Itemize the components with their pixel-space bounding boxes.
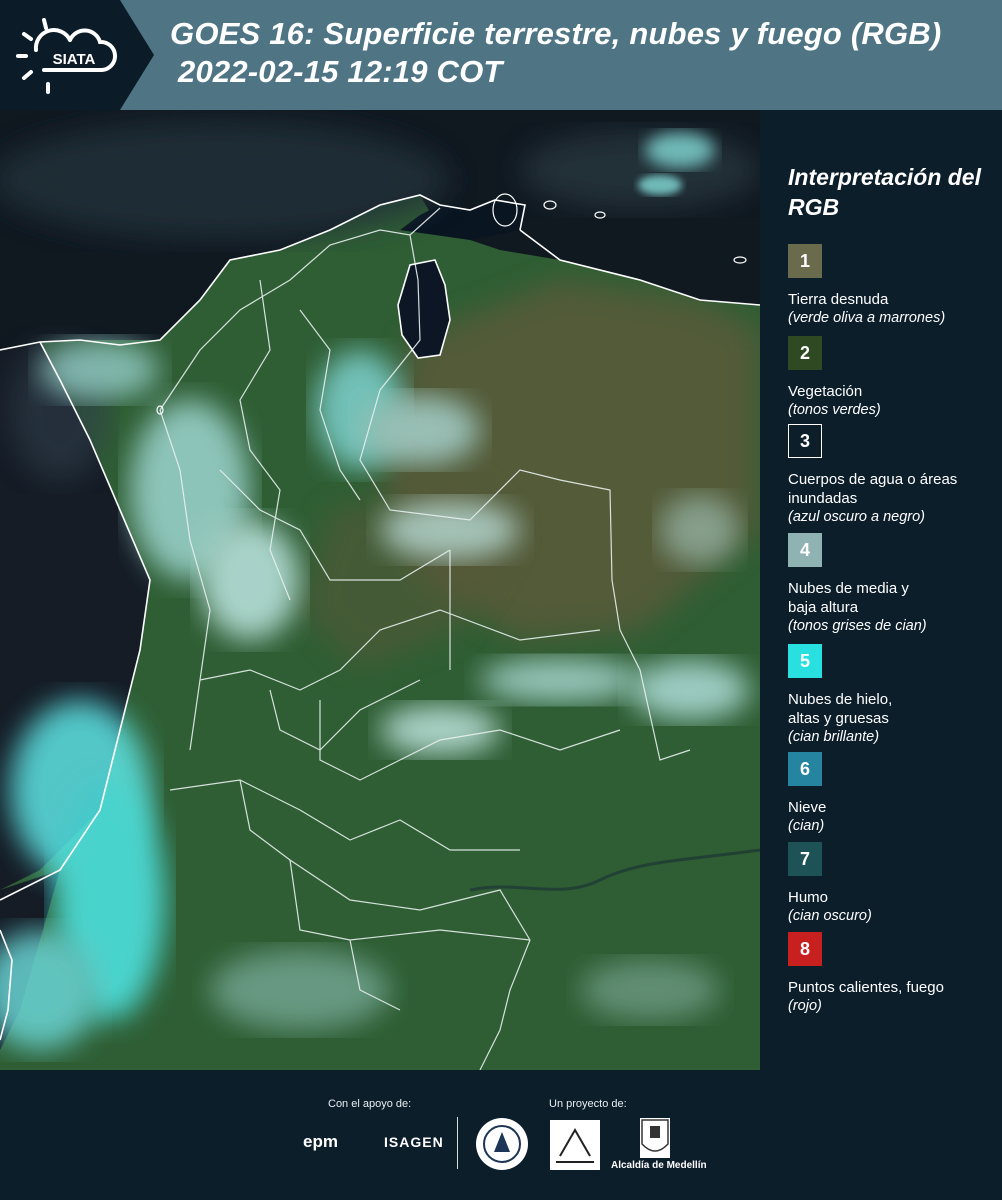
legend-number: 8: [799, 938, 810, 959]
legend-swatch: 8: [788, 932, 822, 966]
legend-label: Nieve: [788, 799, 827, 816]
header: SIATA GOES 16: Superficie terrestre, nub…: [0, 0, 1002, 110]
legend-description: (cian oscuro): [788, 908, 872, 924]
legend-swatch: 1: [788, 244, 822, 278]
legend-swatch: 7: [788, 842, 822, 876]
legend-item-bare-soil: 1 Tierra desnuda (verde oliva a marrones…: [788, 244, 998, 328]
university-seal-icon: [476, 1118, 528, 1170]
legend-label: Nubes de hielo, altas y gruesas: [788, 691, 893, 727]
legend-panel: Interpretación del RGB 1 Tierra desnuda …: [760, 110, 1002, 1070]
legend-number: 5: [799, 650, 810, 671]
legend-label: Humo: [788, 889, 829, 906]
medellin-label: Alcaldía de Medellín: [611, 1160, 707, 1171]
support-label: Con el apoyo de:: [328, 1098, 412, 1110]
satellite-image: [0, 110, 760, 1070]
legend-description: (cian): [788, 818, 825, 834]
legend-item-snow: 6 Nieve (cian): [788, 752, 998, 836]
footer: Con el apoyo de: Un proyecto de: epm ISA…: [0, 1070, 1002, 1200]
legend-description: (tonos grises de cian): [788, 618, 927, 634]
legend-description: (tonos verdes): [788, 402, 881, 418]
footer-divider: [457, 1117, 458, 1169]
legend-number: 4: [799, 539, 810, 560]
legend-swatch: 3: [788, 424, 822, 458]
isagen-logo: ISAGEN: [384, 1134, 444, 1150]
legend-label: Nubes de media y baja altura: [788, 580, 909, 616]
legend-swatch: 6: [788, 752, 822, 786]
legend-number: 6: [799, 758, 810, 779]
project-label: Un proyecto de:: [549, 1098, 627, 1110]
legend-swatch: 4: [788, 533, 822, 567]
legend-swatch: 2: [788, 336, 822, 370]
legend-number: 2: [799, 342, 810, 363]
page-timestamp: 2022-02-15 12:19 COT: [178, 54, 503, 89]
legend-description: (cian brillante): [788, 729, 880, 745]
legend-description: (azul oscuro a negro): [788, 509, 926, 525]
legend-item-mid-low-clouds: 4 Nubes de media y baja altura (tonos gr…: [788, 533, 998, 636]
medellin-shield-icon: [640, 1118, 670, 1158]
legend-swatch: 5: [788, 644, 822, 678]
legend-label: Tierra desnuda: [788, 291, 889, 308]
legend-number: 3: [799, 430, 810, 451]
legend-number: 7: [799, 848, 810, 869]
legend-item-smoke: 7 Humo (cian oscuro): [788, 842, 998, 926]
page-title: GOES 16: Superficie terrestre, nubes y f…: [170, 16, 942, 51]
legend-description: (rojo): [788, 998, 822, 1014]
legend-item-ice-clouds: 5 Nubes de hielo, altas y gruesas (cian …: [788, 644, 998, 747]
siata-logo-text: SIATA: [53, 51, 96, 68]
legend-item-fire: 8 Puntos calientes, fuego (rojo): [788, 932, 998, 1016]
legend-description: (verde oliva a marrones): [788, 310, 946, 326]
legend-item-vegetation: 2 Vegetación (tonos verdes): [788, 336, 998, 420]
legend-title: Interpretación del RGB: [788, 164, 981, 220]
legend-label: Cuerpos de agua o áreas inundadas: [788, 471, 958, 507]
legend-item-water: 3 Cuerpos de agua o áreas inundadas (azu…: [788, 424, 998, 527]
legend-number: 1: [799, 250, 810, 271]
siata-logo: SIATA: [16, 18, 118, 94]
area-metropolitana-logo: [550, 1120, 600, 1170]
legend-label: Puntos calientes, fuego: [788, 979, 944, 996]
satellite-map: [0, 110, 760, 1070]
epm-logo: epm: [303, 1132, 338, 1151]
legend-label: Vegetación: [788, 383, 863, 400]
